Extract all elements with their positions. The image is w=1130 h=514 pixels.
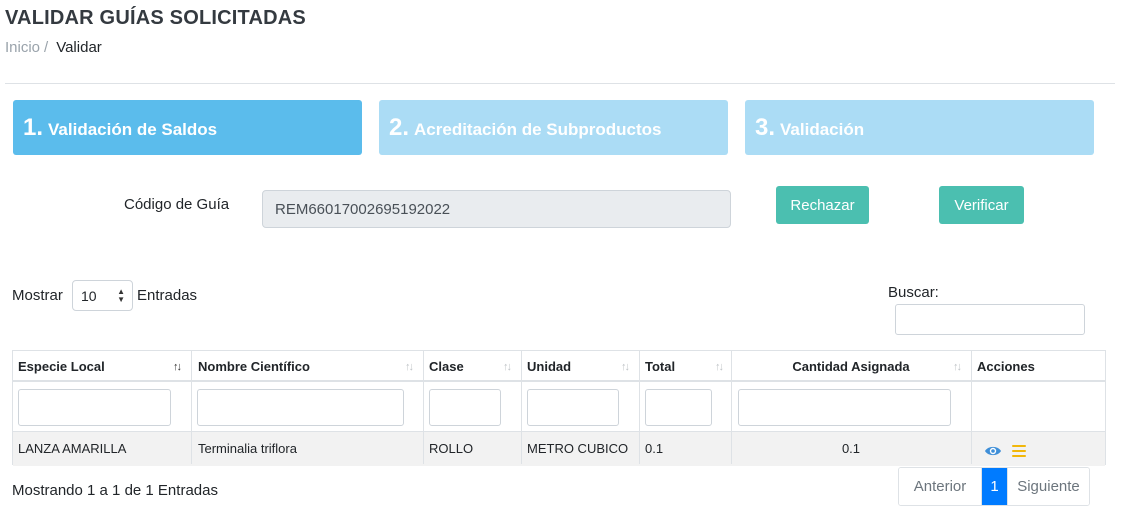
menu-icon[interactable]: [1012, 445, 1026, 457]
breadcrumb-separator: /: [44, 39, 49, 56]
column-header-nombre-cientifico[interactable]: Nombre Científico: [198, 359, 310, 374]
step-acreditacion-subproductos[interactable]: 2. Acreditación de Subproductos: [379, 100, 728, 155]
step-validacion[interactable]: 3. Validación: [745, 100, 1094, 155]
breadcrumb: Inicio / Validar: [5, 39, 102, 56]
sort-icon[interactable]: ↑↓: [621, 361, 630, 373]
step-label: Validación de Saldos: [48, 119, 218, 139]
filter-clase-input[interactable]: [429, 389, 501, 426]
pagination-next[interactable]: Siguiente: [1007, 468, 1089, 505]
step-label: Acreditación de Subproductos: [414, 119, 662, 139]
filter-total-input[interactable]: [645, 389, 712, 426]
breadcrumb-current: Validar: [56, 39, 102, 56]
page-title: VALIDAR GUÍAS SOLICITADAS: [5, 7, 306, 29]
entries-label: Entradas: [137, 287, 198, 304]
step-validacion-saldos[interactable]: 1. Validación de Saldos: [13, 100, 362, 155]
cell-especie-local: LANZA AMARILLA: [18, 441, 127, 456]
step-label: Validación: [780, 119, 865, 139]
column-divider: [639, 351, 640, 464]
sort-asc-icon[interactable]: ↑↓: [173, 361, 182, 373]
eye-icon[interactable]: [984, 444, 1002, 458]
column-divider: [191, 351, 192, 464]
column-header-unidad[interactable]: Unidad: [527, 359, 571, 374]
column-divider: [521, 351, 522, 464]
search-input[interactable]: [895, 304, 1085, 335]
species-table: Especie Local ↑↓ Nombre Científico ↑↓ Cl…: [12, 350, 1106, 466]
guide-code-field[interactable]: [262, 190, 731, 228]
step-number: 3.: [755, 113, 776, 141]
select-arrows-icon: ▲ ▼: [117, 287, 125, 304]
filter-unidad-input[interactable]: [527, 389, 619, 426]
pagination: Anterior 1 Siguiente: [898, 467, 1090, 506]
page-length-select[interactable]: 10 ▲ ▼: [72, 280, 133, 311]
column-divider: [971, 351, 972, 464]
column-header-clase[interactable]: Clase: [429, 359, 464, 374]
breadcrumb-home-link[interactable]: Inicio: [5, 39, 40, 56]
pagination-page-1[interactable]: 1: [982, 468, 1007, 505]
verify-button[interactable]: Verificar: [939, 186, 1024, 224]
filter-nombre-cientifico-input[interactable]: [197, 389, 404, 426]
sort-icon[interactable]: ↑↓: [405, 361, 414, 373]
sort-icon[interactable]: ↑↓: [715, 361, 724, 373]
column-divider: [423, 351, 424, 464]
cell-unidad: METRO CUBICO: [527, 441, 629, 456]
filter-especie-local-input[interactable]: [18, 389, 171, 426]
guide-code-label: Código de Guía: [124, 196, 230, 213]
sort-icon[interactable]: ↑↓: [503, 361, 512, 373]
step-number: 1.: [23, 113, 44, 141]
column-header-acciones: Acciones: [977, 359, 1035, 374]
page-length-value: 10: [81, 287, 97, 304]
pagination-previous[interactable]: Anterior: [899, 468, 982, 505]
column-header-total[interactable]: Total: [645, 359, 675, 374]
column-header-cantidad-asignada[interactable]: Cantidad Asignada: [731, 359, 971, 374]
cell-clase: ROLLO: [429, 441, 474, 456]
cell-nombre-cientifico: Terminalia triflora: [198, 441, 297, 456]
filter-cantidad-asignada-input[interactable]: [738, 389, 951, 426]
step-number: 2.: [389, 113, 410, 141]
cell-cantidad-asignada: 0.1: [841, 441, 861, 456]
header-divider: [5, 83, 1115, 84]
show-label: Mostrar: [12, 287, 63, 304]
table-info: Mostrando 1 a 1 de 1 Entradas: [12, 482, 218, 499]
column-header-especie-local[interactable]: Especie Local: [18, 359, 105, 374]
search-label: Buscar:: [888, 284, 939, 301]
reject-button[interactable]: Rechazar: [776, 186, 869, 224]
sort-icon[interactable]: ↑↓: [953, 361, 962, 373]
cell-total: 0.1: [645, 441, 664, 456]
